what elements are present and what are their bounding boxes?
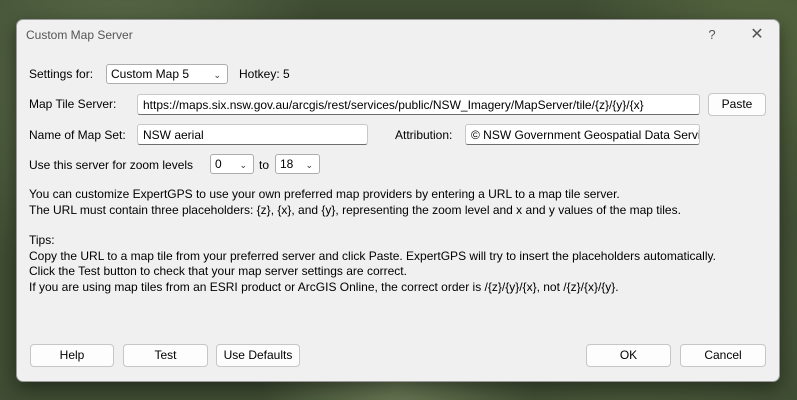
map-tile-server-label: Map Tile Server: (29, 97, 117, 111)
tip-line: Click the Test button to check that your… (29, 264, 407, 278)
attribution-input[interactable]: © NSW Government Geospatial Data Service… (465, 124, 700, 145)
info-line: You can customize ExpertGPS to use your … (29, 187, 620, 201)
zoom-max-value: 18 (280, 157, 294, 171)
chevron-down-icon: ⌄ (239, 160, 247, 170)
settings-map-value: Custom Map 5 (111, 67, 190, 81)
zoom-max-select[interactable]: 18 ⌄ (275, 154, 320, 174)
zoom-min-select[interactable]: 0 ⌄ (210, 154, 254, 174)
map-tile-server-input[interactable]: https://maps.six.nsw.gov.au/arcgis/rest/… (137, 94, 700, 115)
hotkey-label: Hotkey: 5 (239, 67, 290, 81)
tips-heading: Tips: (29, 233, 55, 247)
test-button[interactable]: Test (123, 344, 208, 367)
title-bar: Custom Map Server ? ✕ (17, 20, 779, 50)
info-line: The URL must contain three placeholders:… (29, 202, 681, 217)
info-text: You can customize ExpertGPS to use your … (29, 187, 681, 218)
zoom-min-value: 0 (215, 157, 222, 171)
help-button[interactable]: Help (30, 344, 114, 367)
map-set-name-label: Name of Map Set: (29, 128, 126, 142)
zoom-levels-label: Use this server for zoom levels (29, 158, 194, 172)
use-defaults-button[interactable]: Use Defaults (216, 344, 300, 367)
attribution-label: Attribution: (395, 128, 453, 142)
settings-map-select[interactable]: Custom Map 5 ⌄ (106, 64, 228, 84)
chevron-down-icon: ⌄ (305, 160, 313, 170)
dialog-title: Custom Map Server (26, 28, 133, 42)
cancel-button[interactable]: Cancel (680, 344, 766, 367)
map-set-name-input[interactable]: NSW aerial (137, 124, 368, 145)
custom-map-server-dialog: Custom Map Server ? ✕ Settings for: Cust… (16, 19, 780, 382)
settings-for-label: Settings for: (29, 67, 94, 81)
zoom-to-label: to (259, 158, 270, 172)
ok-button[interactable]: OK (586, 344, 671, 367)
chevron-down-icon: ⌄ (213, 70, 221, 80)
tip-line: If you are using map tiles from an ESRI … (29, 279, 619, 294)
tips-text: Tips: Copy the URL to a map tile from yo… (29, 233, 716, 295)
close-icon[interactable]: ✕ (746, 25, 768, 45)
paste-button[interactable]: Paste (708, 93, 766, 116)
help-icon[interactable]: ? (701, 25, 723, 45)
tip-line: Copy the URL to a map tile from your pre… (29, 248, 716, 263)
